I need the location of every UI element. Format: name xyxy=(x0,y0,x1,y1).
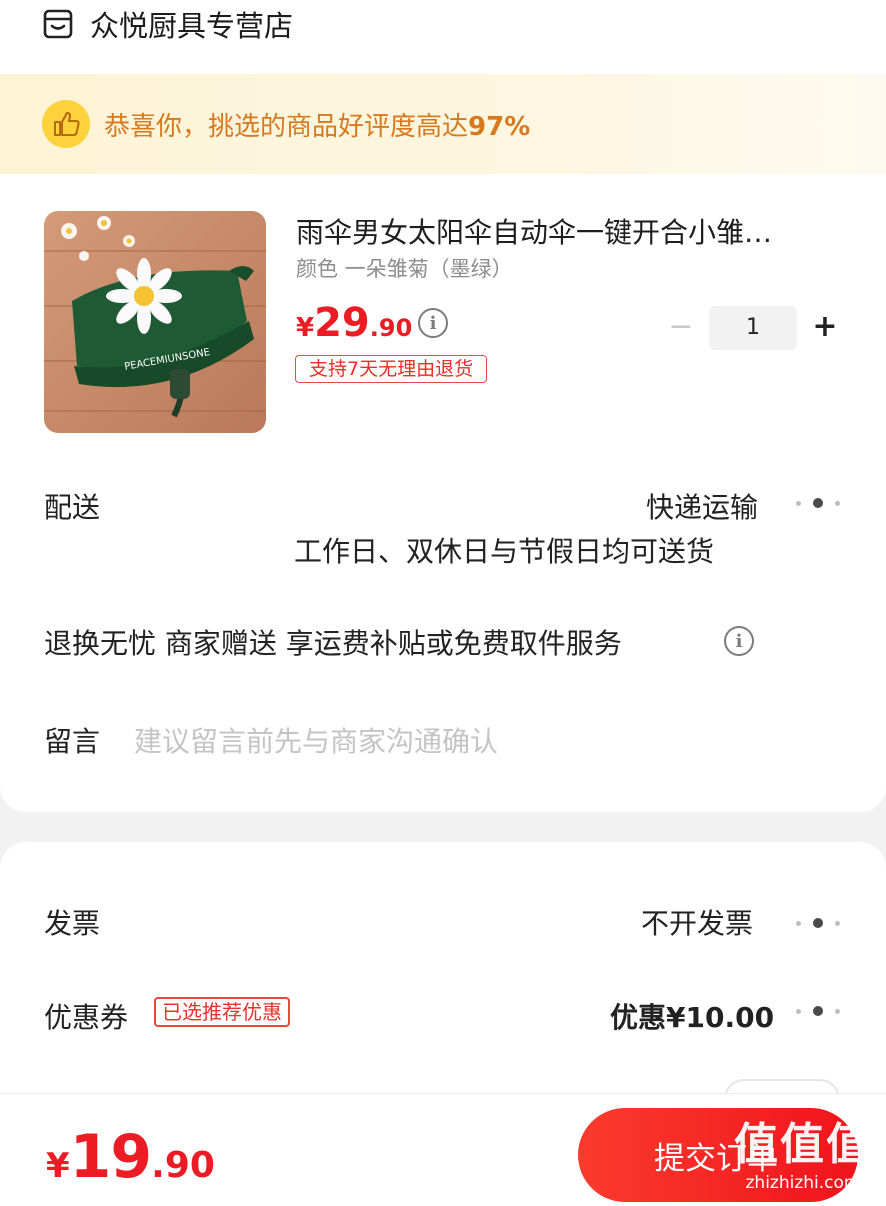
delivery-note: 工作日、双休日与节假日均可送货 xyxy=(294,535,715,568)
shop-name: 众悦厨具专营店 xyxy=(90,9,294,43)
coupon-label: 优惠券 xyxy=(44,1001,129,1034)
invoice-value[interactable]: 不开发票 xyxy=(641,902,753,942)
product-title[interactable]: 雨伞男女太阳伞自动伞一键开合小雏… xyxy=(296,213,844,253)
store-icon xyxy=(43,9,73,39)
more-dots-icon[interactable] xyxy=(796,497,840,509)
price-info-icon[interactable]: i xyxy=(418,308,448,338)
message-input[interactable]: 建议留言前先与商家沟通确认 xyxy=(134,720,498,760)
service-info-icon[interactable]: i xyxy=(724,626,754,656)
order-card: 众悦厨具专营店 恭喜你，挑选的商品好评度高达97% PEACEMIUNSONE … xyxy=(0,0,886,812)
more-dots-icon[interactable] xyxy=(796,917,840,929)
quantity-increase-button[interactable]: + xyxy=(810,306,840,348)
total-price: ¥19.90 xyxy=(46,1122,215,1192)
shop-header[interactable]: 众悦厨具专营店 xyxy=(42,2,293,46)
thumbs-up-icon xyxy=(42,100,90,148)
delivery-method[interactable]: 快递运输 xyxy=(646,486,758,526)
quantity-decrease-button[interactable]: − xyxy=(666,306,696,348)
coupon-value[interactable]: 优惠¥10.00 xyxy=(610,996,774,1036)
site-watermark: 值值值 zhizhizhi.com xyxy=(734,1119,872,1193)
invoice-label: 发票 xyxy=(44,907,101,940)
service-text: 退换无忧 商家赠送 享运费补贴或免费取件服务 xyxy=(44,627,622,660)
return-policy-badge: 支持7天无理由退货 xyxy=(295,355,488,383)
praise-text: 恭喜你，挑选的商品好评度高达97% xyxy=(104,111,531,142)
message-label: 留言 xyxy=(44,725,101,758)
more-dots-icon[interactable] xyxy=(796,1005,840,1017)
coupon-badge: 已选推荐优惠 xyxy=(154,997,290,1027)
quantity-input[interactable]: 1 xyxy=(709,306,797,350)
product-image[interactable]: PEACEMIUNSONE xyxy=(44,211,266,433)
praise-banner: 恭喜你，挑选的商品好评度高达97% xyxy=(0,74,886,174)
delivery-label: 配送 xyxy=(44,491,101,524)
praise-rate: 97% xyxy=(468,111,531,142)
product-price: ¥29.90 xyxy=(296,300,413,346)
product-spec[interactable]: 颜色 一朵雏菊（墨绿） xyxy=(296,254,513,284)
